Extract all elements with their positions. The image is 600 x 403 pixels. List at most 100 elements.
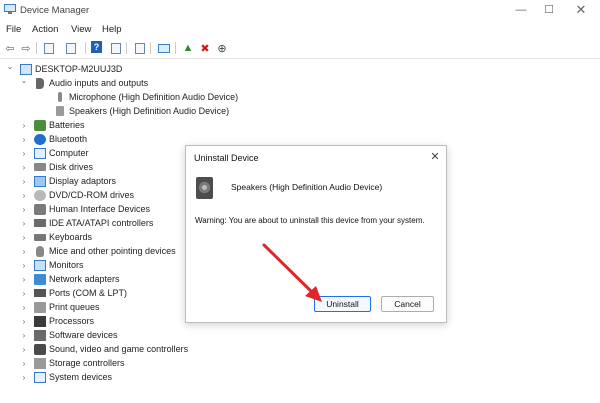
chevron-right-icon[interactable]: › [20, 121, 28, 130]
tree-item-label: Sound, video and game controllers [49, 344, 189, 354]
chevron-right-icon[interactable]: › [20, 331, 28, 340]
tree-row[interactable]: › Disk drives [20, 160, 93, 174]
menu-action[interactable]: Action [32, 24, 58, 35]
disk-drive-icon [34, 163, 46, 171]
menu-file[interactable]: File [6, 24, 21, 35]
forward-arrow-icon[interactable]: ⇨ [19, 41, 33, 55]
tree-item-label: Network adapters [49, 274, 120, 284]
tree-item-label: Speakers (High Definition Audio Device) [69, 106, 230, 116]
update-driver-icon[interactable]: ▲ [181, 41, 195, 55]
tree-row[interactable]: › DVD/CD-ROM drives [20, 188, 134, 202]
tree-row[interactable]: › Software devices [20, 328, 118, 342]
chevron-right-icon[interactable]: › [20, 247, 28, 256]
tree-row[interactable]: Microphone (High Definition Audio Device… [34, 90, 238, 104]
chevron-right-icon[interactable]: › [20, 233, 28, 242]
tree-row[interactable]: › Storage controllers [20, 356, 125, 370]
tree-item-label: Monitors [49, 260, 84, 270]
menu-help[interactable]: Help [102, 24, 122, 35]
chevron-down-icon[interactable]: ⌄ [6, 62, 14, 71]
software-device-icon [34, 329, 46, 341]
chevron-right-icon[interactable]: › [20, 303, 28, 312]
chevron-right-icon[interactable]: › [20, 219, 28, 228]
scan-hardware-icon[interactable] [157, 41, 171, 55]
chevron-right-icon[interactable]: › [20, 205, 28, 214]
tree-row[interactable]: › Human Interface Devices [20, 202, 150, 216]
toolbar-divider [0, 58, 600, 59]
tree-row[interactable]: › IDE ATA/ATAPI controllers [20, 216, 154, 230]
chevron-right-icon[interactable]: › [20, 289, 28, 298]
toolbar-separator [85, 42, 86, 54]
menu-bar: File Action View Help [0, 20, 600, 38]
chevron-right-icon[interactable]: › [20, 163, 28, 172]
chevron-right-icon[interactable]: › [20, 135, 28, 144]
tree-row[interactable]: › Keyboards [20, 230, 92, 244]
tree-row[interactable]: › Batteries [20, 118, 85, 132]
minimize-button[interactable]: — [507, 2, 535, 18]
chevron-right-icon[interactable]: › [20, 191, 28, 200]
display-adapter-icon [34, 175, 46, 187]
properties-icon[interactable] [42, 41, 56, 55]
keyboard-icon [34, 233, 46, 241]
chevron-right-icon[interactable]: › [20, 373, 28, 382]
dialog-title: Uninstall Device [194, 153, 259, 163]
chevron-right-icon[interactable]: › [20, 261, 28, 270]
details-icon[interactable] [109, 41, 123, 55]
toolbar-separator [126, 42, 127, 54]
device-list-icon[interactable] [64, 41, 78, 55]
dvd-drive-icon [34, 189, 46, 201]
tree-item-label: Processors [49, 316, 95, 326]
device-manager-window: Device Manager — ☐ ✕ File Action View He… [0, 0, 600, 403]
sound-controller-icon [34, 343, 46, 355]
tree-item-label: Display adaptors [49, 176, 117, 186]
chevron-right-icon[interactable]: › [20, 177, 28, 186]
tree-item-label: Microphone (High Definition Audio Device… [69, 92, 239, 102]
tree-item-label: Keyboards [49, 232, 93, 242]
microphone-icon [58, 92, 62, 102]
toolbar: ⇦ ⇨? ▲ ✖ ⊕ [0, 38, 600, 58]
chevron-right-icon[interactable]: › [20, 149, 28, 158]
print-icon[interactable] [133, 41, 147, 55]
close-button[interactable]: ✕ [567, 2, 595, 18]
tree-row[interactable]: Speakers (High Definition Audio Device) [34, 104, 229, 118]
tree-item-label: IDE ATA/ATAPI controllers [49, 218, 154, 228]
tree-row[interactable]: › Display adaptors [20, 174, 116, 188]
chevron-right-icon[interactable]: › [20, 345, 28, 354]
tree-row[interactable]: › Sound, video and game controllers [20, 342, 188, 356]
chevron-right-icon[interactable]: › [20, 359, 28, 368]
tree-row[interactable]: › Processors [20, 314, 94, 328]
dialog-close-button[interactable]: ✕ [428, 150, 442, 164]
help-icon[interactable]: ? [91, 41, 102, 53]
storage-controller-icon [34, 357, 46, 369]
uninstall-button[interactable]: Uninstall [314, 296, 371, 312]
tree-row[interactable]: › System devices [20, 370, 112, 384]
tree-row[interactable]: › Monitors [20, 258, 84, 272]
tree-item-label: Disk drives [49, 162, 94, 172]
computer-icon [34, 147, 46, 159]
tree-row[interactable]: › Network adapters [20, 272, 120, 286]
menu-view[interactable]: View [71, 24, 91, 35]
maximize-button[interactable]: ☐ [535, 2, 563, 18]
mouse-icon [36, 245, 44, 257]
tree-row[interactable]: ⌄ Audio inputs and outputs [20, 76, 148, 90]
cancel-button[interactable]: Cancel [381, 296, 434, 312]
computer-root-icon [20, 63, 32, 75]
title-bar: Device Manager — ☐ ✕ [0, 0, 600, 20]
tree-row[interactable]: ⌄ DESKTOP-M2UUJ3D [6, 62, 122, 76]
tree-row[interactable]: › Print queues [20, 300, 100, 314]
speaker-icon [56, 106, 64, 116]
speaker-device-icon [196, 177, 213, 199]
chevron-down-icon[interactable]: ⌄ [20, 76, 28, 85]
tree-row[interactable]: › Computer [20, 146, 89, 160]
tree-item-label: Mice and other pointing devices [49, 246, 176, 256]
tree-row[interactable]: › Mice and other pointing devices [20, 244, 176, 258]
window-title: Device Manager [20, 5, 90, 16]
uninstall-x-icon[interactable]: ✖ [198, 41, 212, 55]
download-icon[interactable]: ⊕ [215, 41, 229, 55]
tree-row[interactable]: › Ports (COM & LPT) [20, 286, 127, 300]
tree-item-label: System devices [49, 372, 113, 382]
chevron-right-icon[interactable]: › [20, 275, 28, 284]
bluetooth-icon [34, 133, 46, 145]
back-arrow-icon[interactable]: ⇦ [3, 41, 17, 55]
chevron-right-icon[interactable]: › [20, 317, 28, 326]
tree-row[interactable]: › Bluetooth [20, 132, 87, 146]
